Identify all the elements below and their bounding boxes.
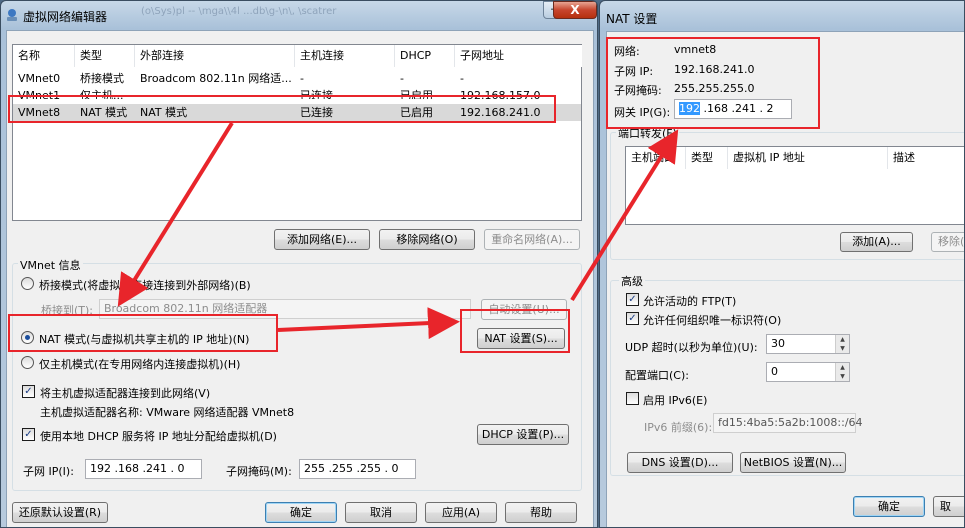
arrow-nat-mode-to-button — [277, 307, 460, 340]
arrow-row-to-nat-mode — [117, 121, 234, 307]
annotation-arrows — [117, 121, 679, 340]
arrow-button-to-nat-window — [570, 129, 679, 302]
